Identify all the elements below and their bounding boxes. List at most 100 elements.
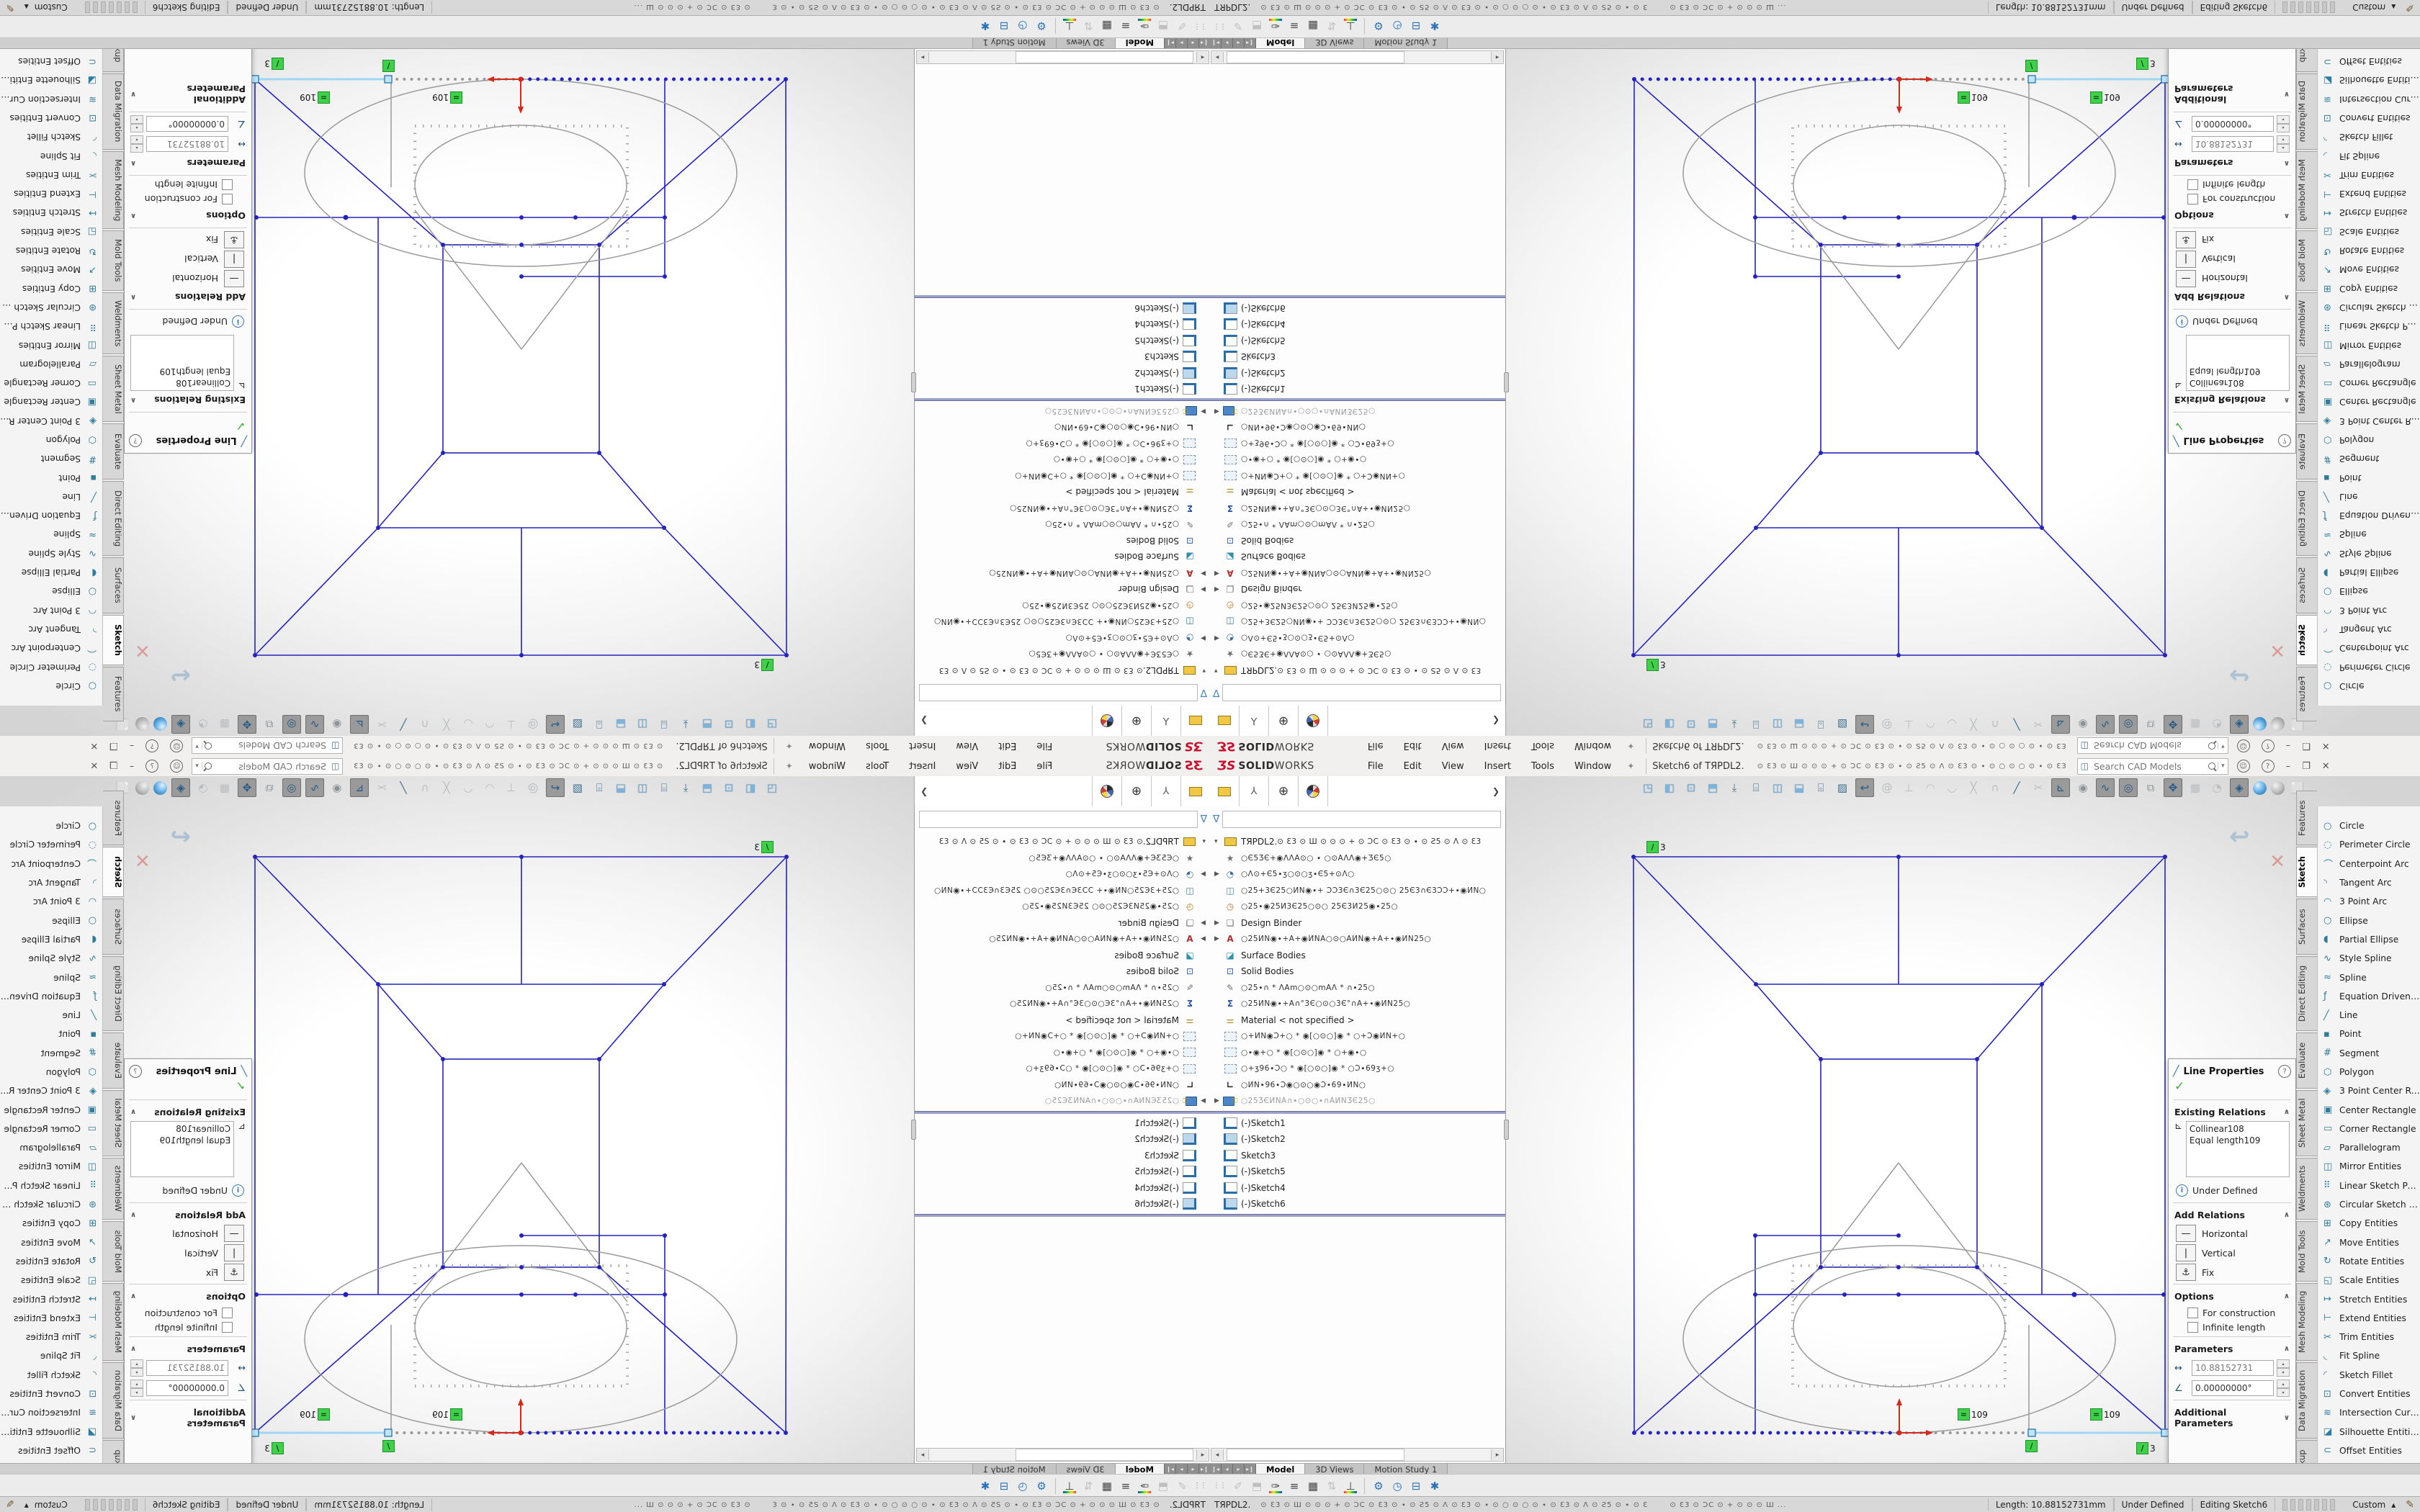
wireframe-cube-icon[interactable]: ◳ [1639, 779, 1657, 796]
option-checkbox[interactable]: For construction [2187, 194, 2288, 204]
tool-item-point[interactable]: ▪Point [2318, 1025, 2420, 1043]
menu-item-view[interactable]: View [1432, 759, 1474, 774]
tool-item-3-point-arc[interactable]: ◠3 Point Arc [0, 892, 102, 911]
save-icon[interactable]: ⌺ [1812, 716, 1829, 733]
doc-nav-arrow-icon[interactable]: ◂ [1187, 1464, 1198, 1475]
checkbox-icon[interactable] [2187, 1322, 2198, 1333]
tree-item[interactable]: ◫○25+3Є25○ИN◉∙+ ƆƆ3Є∩3Є25○⊙○ 25Є3∩Є3ƆƆ+∙… [1210, 613, 1505, 630]
freeze-bar[interactable] [915, 1214, 1210, 1217]
tab-mesh-modeling[interactable]: Mesh Modeling [2296, 1283, 2317, 1361]
option-checkbox[interactable]: Infinite length [2187, 1322, 2288, 1333]
cross-ghost-icon[interactable]: ╳ [1965, 779, 1982, 796]
tab-direct-editing[interactable]: Direct Editing [103, 481, 124, 556]
doc-tab-motion-study-1[interactable]: Motion Study 1 [972, 1464, 1056, 1475]
folder-options-icon[interactable]: ⊟ [1407, 18, 1425, 35]
layers-ghost-icon[interactable]: ⬒ [1247, 18, 1266, 35]
doc-tab-model[interactable]: Model [1115, 1464, 1164, 1475]
tree-item[interactable]: ▶◔○Ʌ⊙+Є5∙ʒ○⊙○ʒ∙Є5+⊙Ʌ○ [915, 866, 1210, 883]
tool-item-point[interactable]: ▪Point [0, 468, 102, 487]
tree-item[interactable]: ▶A○25ИN◉∙+A+◉ИNA○⊙○AИN◉+A+∙◉ИN25○ [1210, 565, 1505, 582]
expand-caret-icon[interactable]: ∨ [2284, 91, 2290, 99]
view-points-icon[interactable]: ◎ [2119, 778, 2138, 797]
tab-sheet-metal[interactable]: Sheet Metal [103, 1090, 124, 1156]
vertical-relation-button[interactable]: |Vertical [2176, 251, 2288, 268]
tool-item-polygon[interactable]: ⬡Polygon [0, 1063, 102, 1081]
view-planes-icon[interactable]: ⧉ [2142, 779, 2159, 796]
scrollbar-thumb[interactable] [1227, 51, 1404, 63]
tool-item-scale-entities[interactable]: ◱Scale Entities [0, 1271, 102, 1290]
relation-list-item[interactable]: Collinear108 [2190, 1123, 2286, 1135]
tool-item-3-point-arc[interactable]: ◠3 Point Arc [0, 601, 102, 620]
relations-listbox[interactable]: Collinear108Equal length109 [2186, 1121, 2290, 1177]
restore-button[interactable]: ❐ [2302, 761, 2311, 772]
tree-item[interactable]: ★○Є5ƷЄ+◉ɅɅA⊙○ ∙ ○⊙AɅɅ◉+ƷЄ5○ [1210, 850, 1505, 867]
tool-item-convert-entities[interactable]: ⊡Convert Entities [0, 1385, 102, 1403]
tool-item-polygon[interactable]: ⬡Polygon [0, 431, 102, 449]
scrollbar-thumb[interactable] [1016, 51, 1193, 63]
spin-up-icon[interactable]: ▴ [2277, 144, 2290, 153]
tab-evaluate[interactable]: Evaluate [2296, 1032, 2317, 1089]
view-3d-icon[interactable]: ◉ [328, 716, 346, 733]
view-origins-icon[interactable]: ✥ [2164, 715, 2182, 734]
spin-up-icon[interactable]: ▴ [2277, 124, 2290, 132]
half-section-icon[interactable]: ◫ [1769, 716, 1786, 733]
tree-item[interactable]: ○+ʒ96∙Ɔ○ * ◉[○⊙○]◉ * ○Ɔ∙69ʒ+○ [915, 1061, 1210, 1077]
tool-item-circle[interactable]: ○Circle [2318, 677, 2420, 696]
tool-item-sketch-fillet[interactable]: ◜Sketch Fillet [2318, 1366, 2420, 1385]
user-account-icon[interactable]: ☺ [2237, 760, 2250, 773]
options-gear-icon[interactable]: ⚙ [1369, 1477, 1388, 1495]
doc-tab-3d-views[interactable]: 3D Views [1056, 37, 1115, 48]
spin-down-icon[interactable]: ▾ [2277, 1388, 2290, 1397]
tool-item-3-point-arc[interactable]: ◠3 Point Arc [2318, 892, 2420, 911]
configurationmanager-tab[interactable]: ⊕ [1121, 776, 1151, 806]
stamp-ghost-icon[interactable]: ✐ [1229, 18, 1247, 35]
tree-item[interactable]: ⊡Solid Bodies [1210, 533, 1505, 549]
cross-ghost-icon[interactable]: ╳ [438, 716, 455, 733]
pin-icon[interactable]: ✦ [1627, 761, 1634, 771]
arc-ghost-icon[interactable]: ◠ [481, 779, 498, 796]
spin-down-icon[interactable]: ▾ [2277, 1368, 2290, 1377]
panel-overflow-chevron[interactable]: ❯ [1492, 716, 1505, 726]
folder-options-icon[interactable]: ⊟ [1407, 1477, 1425, 1495]
cancel-sketch-icon[interactable]: ✕ [2269, 639, 2285, 661]
tool-item-move-entities[interactable]: ↗Move Entities [0, 1233, 102, 1252]
tree-horizontal-scrollbar[interactable]: ◂ ▸ [916, 1448, 1209, 1462]
view-planes-icon[interactable]: ⧉ [261, 779, 278, 796]
tool-item-fit-spline[interactable]: ◟Fit Spline [2318, 1346, 2420, 1365]
collapse-caret-icon[interactable]: ∧ [130, 396, 136, 404]
tool-item-copy-entities[interactable]: ⊞Copy Entities [0, 1214, 102, 1233]
checkbox-icon[interactable] [2187, 1308, 2198, 1318]
tree-item[interactable]: ○+ʒ96∙Ɔ○ * ◉[○⊙○]◉ * ○Ɔ∙69ʒ+○ [1210, 1061, 1505, 1077]
tree-item[interactable]: ⚌Material < not specified > [915, 1012, 1210, 1029]
menu-item-file[interactable]: File [1358, 739, 1394, 754]
tab-mold-tools[interactable]: Mold Tools [103, 1221, 124, 1282]
tree-item[interactable]: ○∙◉+○ * ◉[○⊙○]◉ * ○+◉∙○ [915, 1045, 1210, 1061]
hidden-lines-cube-icon[interactable]: ◧ [742, 779, 759, 796]
tool-item-offset-entities[interactable]: ⊂Offset Entities [0, 52, 102, 71]
tree-item[interactable]: ⊡Solid Bodies [915, 963, 1210, 980]
spin-down-icon[interactable]: ▾ [130, 115, 143, 124]
relation-list-item[interactable]: Equal length109 [134, 1135, 230, 1146]
scroll-right-arrow[interactable]: ▸ [1491, 52, 1503, 63]
tab-weldments[interactable]: Weldments [103, 1158, 124, 1220]
fix-relation-button[interactable]: ⚓Fix [132, 231, 244, 248]
parameter-value-field[interactable]: 10.88152731 [2192, 136, 2274, 152]
configurationmanager-tab[interactable]: ⊕ [1269, 706, 1299, 736]
anchor-ghost-icon[interactable]: @ [1878, 779, 1896, 796]
spinner-buttons[interactable]: ▴▾ [130, 135, 143, 153]
tree-item-sketch[interactable]: (-)Sketch1 [1210, 1115, 1505, 1132]
tool-item-corner-rectangle[interactable]: ▭Corner Rectangle [0, 1120, 102, 1138]
relation-list-item[interactable]: Collinear108 [2190, 377, 2286, 389]
restore-button[interactable]: ❐ [2302, 741, 2311, 752]
anchor-ghost-icon[interactable]: @ [524, 779, 542, 796]
save-icon[interactable]: ⌺ [591, 779, 608, 796]
featuremanager-tree-panel[interactable]: ∇ ▾TЯPDL2.⊙ Ɛ3 ⊙ Ш ⊙ ⊙ ⊙ + ⊙ ƆC ⊙ Ɛ3 ⊙ ∙… [1210, 806, 1506, 1463]
menu-item-insert[interactable]: Insert [899, 759, 946, 774]
rollback-bar[interactable] [915, 399, 1210, 402]
view-spline-relations-icon[interactable]: ∿ [2096, 778, 2115, 797]
option-checkbox[interactable]: Infinite length [132, 179, 233, 190]
tab-mold-tools[interactable]: Mold Tools [2296, 230, 2317, 291]
tool-item-centerpoint-arc[interactable]: ⌒Centerpoint Arc [2318, 855, 2420, 873]
tab-sketch[interactable]: Sketch [103, 847, 124, 897]
shadow-sphere-icon[interactable] [135, 781, 149, 795]
